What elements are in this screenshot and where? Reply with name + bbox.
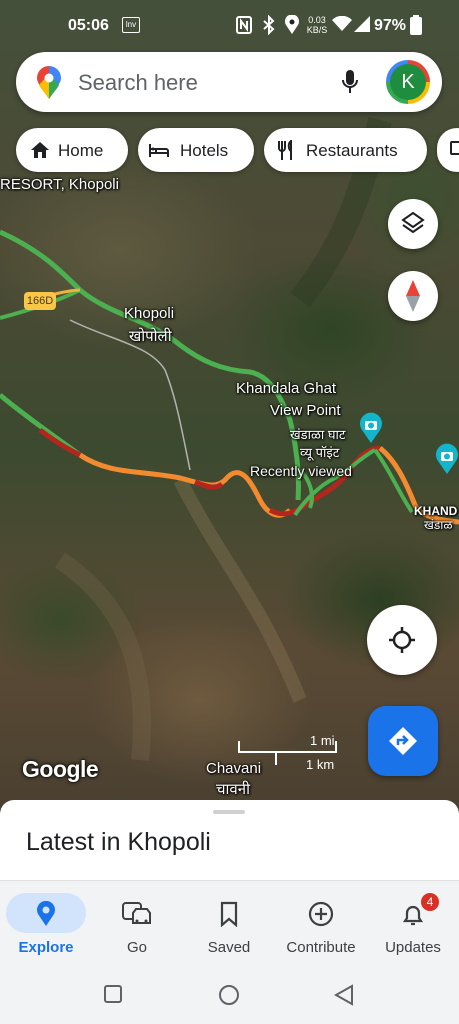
home-icon xyxy=(31,142,49,158)
map-label-khandala-marathi[interactable]: खंडाळा घाट xyxy=(290,426,345,444)
bookmark-icon xyxy=(220,901,238,927)
battery-icon xyxy=(410,15,422,40)
layers-icon xyxy=(401,211,425,234)
chip-hotels-label: Hotels xyxy=(180,141,229,160)
status-bar: 05:06 lnv 0.03 KB/S 97% xyxy=(0,0,459,52)
back-icon[interactable] xyxy=(334,984,354,1006)
viewpoint-camera-pin-icon[interactable] xyxy=(358,412,384,449)
nav-contribute-label: Contribute xyxy=(286,939,356,956)
wifi-icon xyxy=(332,15,352,37)
nav-saved[interactable]: Saved xyxy=(183,881,275,969)
nav-contribute[interactable]: Contribute xyxy=(275,881,367,969)
sheet-drag-handle[interactable] xyxy=(213,810,245,814)
route-overlay xyxy=(0,117,459,761)
bed-icon xyxy=(149,144,169,157)
network-speed: 0.03 KB/S xyxy=(306,15,328,35)
microphone-icon[interactable] xyxy=(340,68,360,101)
recently-viewed-label: Recently viewed xyxy=(250,463,352,479)
nav-go-label: Go xyxy=(126,939,147,956)
map-label-resort[interactable]: RESORT, Khopoli xyxy=(0,176,119,194)
bluetooth-icon xyxy=(262,14,276,40)
search-input[interactable]: Search here xyxy=(78,70,198,96)
layers-button[interactable] xyxy=(388,199,438,249)
highway-shield-166d: 166D xyxy=(24,292,56,310)
clock: 05:06 xyxy=(68,17,109,34)
add-circle-icon xyxy=(308,901,334,927)
account-avatar[interactable]: K xyxy=(386,60,430,104)
nav-go[interactable]: Go xyxy=(91,881,183,969)
chip-restaurants[interactable]: Restaurants xyxy=(264,128,427,172)
scale-km: 1 km xyxy=(306,757,335,772)
nav-explore[interactable]: Explore xyxy=(0,881,92,969)
updates-badge: 4 xyxy=(421,893,439,911)
chip-home-label: Home xyxy=(58,141,104,160)
bottom-sheet[interactable]: Latest in Khopoli xyxy=(0,800,459,890)
satellite-map[interactable]: RESORT, Khopoli 166D Khopoli खोपोली Khan… xyxy=(0,0,459,810)
battery-percent: 97% xyxy=(374,17,407,34)
chip-restaurants-label: Restaurants xyxy=(306,141,398,160)
directions-button[interactable] xyxy=(368,706,438,776)
location-icon xyxy=(284,14,300,40)
map-label-khopoli-marathi[interactable]: खोपोली xyxy=(129,328,172,346)
map-label-khopoli[interactable]: Khopoli xyxy=(124,305,174,323)
compass-button[interactable] xyxy=(388,271,438,321)
google-attribution: Google xyxy=(22,756,99,782)
chip-hotels[interactable]: Hotels xyxy=(138,128,254,172)
recents-icon[interactable] xyxy=(103,984,123,1004)
map-label-view-point-marathi[interactable]: व्यू पॉइंट xyxy=(300,444,339,462)
nfc-icon xyxy=(236,16,252,39)
app-notification-icon: lnv xyxy=(122,17,140,33)
map-label-chavani-marathi[interactable]: चावनी xyxy=(216,781,250,799)
nav-updates[interactable]: 4 Updates xyxy=(367,881,459,969)
signal-icon xyxy=(354,16,370,37)
home-circle-icon[interactable] xyxy=(218,984,240,1006)
fork-knife-icon xyxy=(278,140,292,160)
explore-pin-icon xyxy=(37,901,55,926)
map-label-khandala-ghat[interactable]: Khandala Ghat xyxy=(236,380,336,398)
sheet-title: Latest in Khopoli xyxy=(26,828,211,856)
my-location-button[interactable] xyxy=(367,605,437,675)
nav-updates-label: Updates xyxy=(385,939,441,956)
google-maps-logo-icon xyxy=(36,66,62,105)
nav-explore-label: Explore xyxy=(18,939,74,956)
directions-icon xyxy=(389,727,417,755)
map-label-view-point[interactable]: View Point xyxy=(270,402,341,420)
chip-home[interactable]: Home xyxy=(16,128,128,172)
partial-chip-icon xyxy=(450,141,459,155)
compass-icon xyxy=(406,280,420,312)
search-bar[interactable]: Search here K xyxy=(16,52,442,112)
car-icon xyxy=(122,902,151,924)
avatar-letter: K xyxy=(390,64,426,100)
nav-saved-label: Saved xyxy=(207,939,251,956)
scale-bar: 1 mi 1 km xyxy=(238,733,368,775)
bottom-navigation: Explore Go Saved Contribute 4 Updates xyxy=(0,880,459,969)
crosshair-icon xyxy=(389,627,415,653)
camera-pin-icon[interactable] xyxy=(434,443,459,480)
scale-mi: 1 mi xyxy=(310,733,335,748)
map-label-khandala-partial-marathi[interactable]: खंडाळ xyxy=(424,516,452,534)
system-navigation-bar xyxy=(0,968,459,1024)
